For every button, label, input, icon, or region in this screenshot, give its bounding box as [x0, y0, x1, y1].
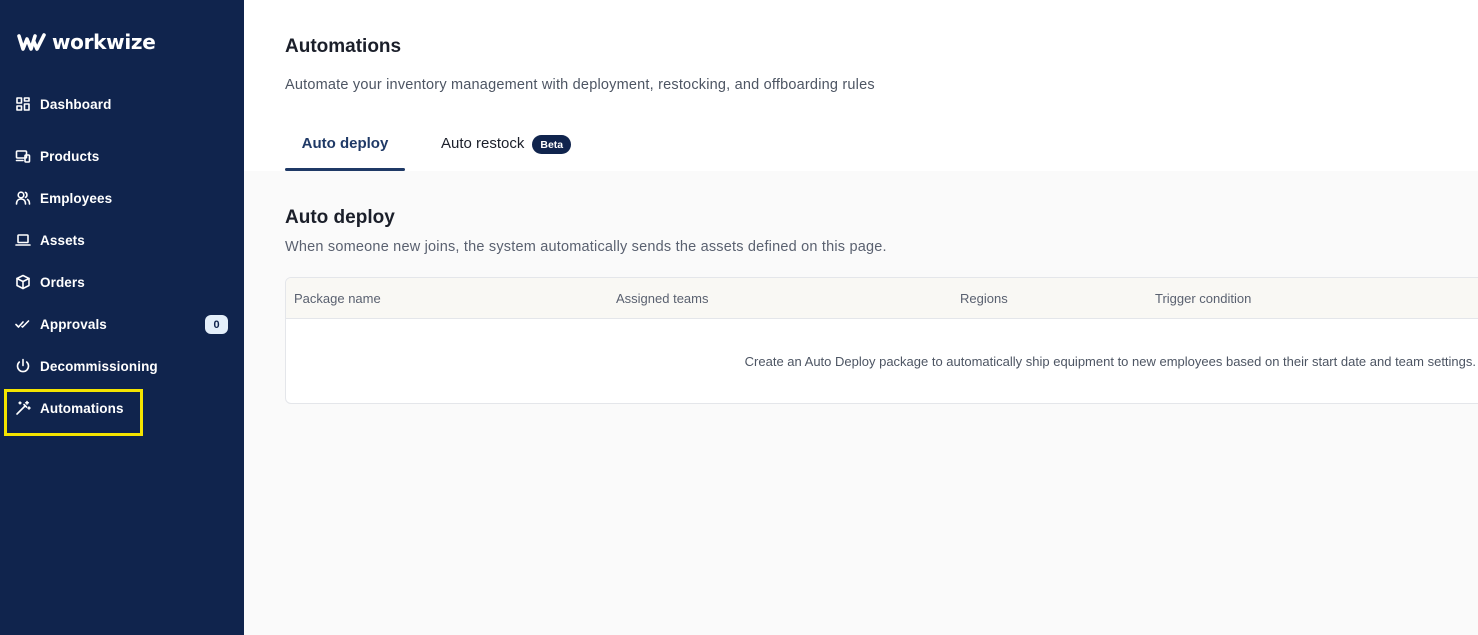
sidebar-item-products[interactable]: Products [0, 140, 244, 172]
column-header-trigger-condition[interactable]: Trigger condition [1155, 291, 1251, 306]
column-header-package-name[interactable]: Package name [294, 291, 381, 306]
sidebar-item-orders[interactable]: Orders [0, 266, 244, 298]
page-subtitle: Automate your inventory management with … [285, 77, 875, 93]
sidebar-item-label: Automations [40, 400, 124, 416]
table-header: Package name Assigned teams Regions Trig… [286, 278, 1478, 319]
sidebar-item-label: Decommissioning [40, 358, 158, 374]
column-header-assigned-teams[interactable]: Assigned teams [616, 291, 709, 306]
sidebar-item-assets[interactable]: Assets [0, 224, 244, 256]
table-empty-message: Create an Auto Deploy package to automat… [744, 354, 1476, 369]
sidebar-item-decommissioning[interactable]: Decommissioning [0, 350, 244, 382]
brand-logo[interactable]: workwize [17, 30, 156, 54]
sidebar-item-dashboard[interactable]: Dashboard [0, 88, 244, 120]
devices-icon [14, 147, 32, 165]
magic-wand-icon [14, 399, 32, 417]
page-title: Automations [285, 36, 402, 57]
tab-label: Auto deploy [301, 135, 389, 152]
workwize-logo-icon [17, 33, 46, 51]
sidebar-item-label: Assets [40, 232, 85, 248]
power-icon [14, 357, 32, 375]
sidebar-item-label: Orders [40, 274, 85, 290]
tab-label: Auto restock [441, 135, 525, 152]
section-title: Auto deploy [285, 207, 395, 228]
tab-auto-restock[interactable]: Auto restock Beta [441, 128, 572, 171]
section-subtitle: When someone new joins, the system autom… [285, 239, 887, 255]
sidebar-item-label: Products [40, 148, 100, 164]
dashboard-grid-icon [14, 95, 32, 113]
brand-name: workwize [52, 30, 156, 54]
auto-deploy-table: Package name Assigned teams Regions Trig… [285, 277, 1478, 404]
sidebar-item-label: Employees [40, 190, 113, 206]
sidebar-item-approvals[interactable]: Approvals 0 [0, 308, 244, 340]
approvals-count-badge: 0 [205, 315, 228, 334]
active-tab-indicator [285, 168, 405, 171]
tab-auto-deploy[interactable]: Auto deploy [285, 128, 405, 171]
laptop-icon [14, 231, 32, 249]
check-double-icon [14, 315, 32, 333]
package-icon [14, 273, 32, 291]
users-icon [14, 189, 32, 207]
sidebar-item-label: Dashboard [40, 96, 112, 112]
sidebar: workwize Dashboard Products Employees As… [0, 0, 244, 635]
sidebar-item-employees[interactable]: Employees [0, 182, 244, 214]
sidebar-item-label: Approvals [40, 316, 107, 332]
sidebar-item-automations[interactable]: Automations [0, 392, 244, 424]
beta-badge: Beta [532, 135, 572, 154]
column-header-regions[interactable]: Regions [960, 291, 1008, 306]
